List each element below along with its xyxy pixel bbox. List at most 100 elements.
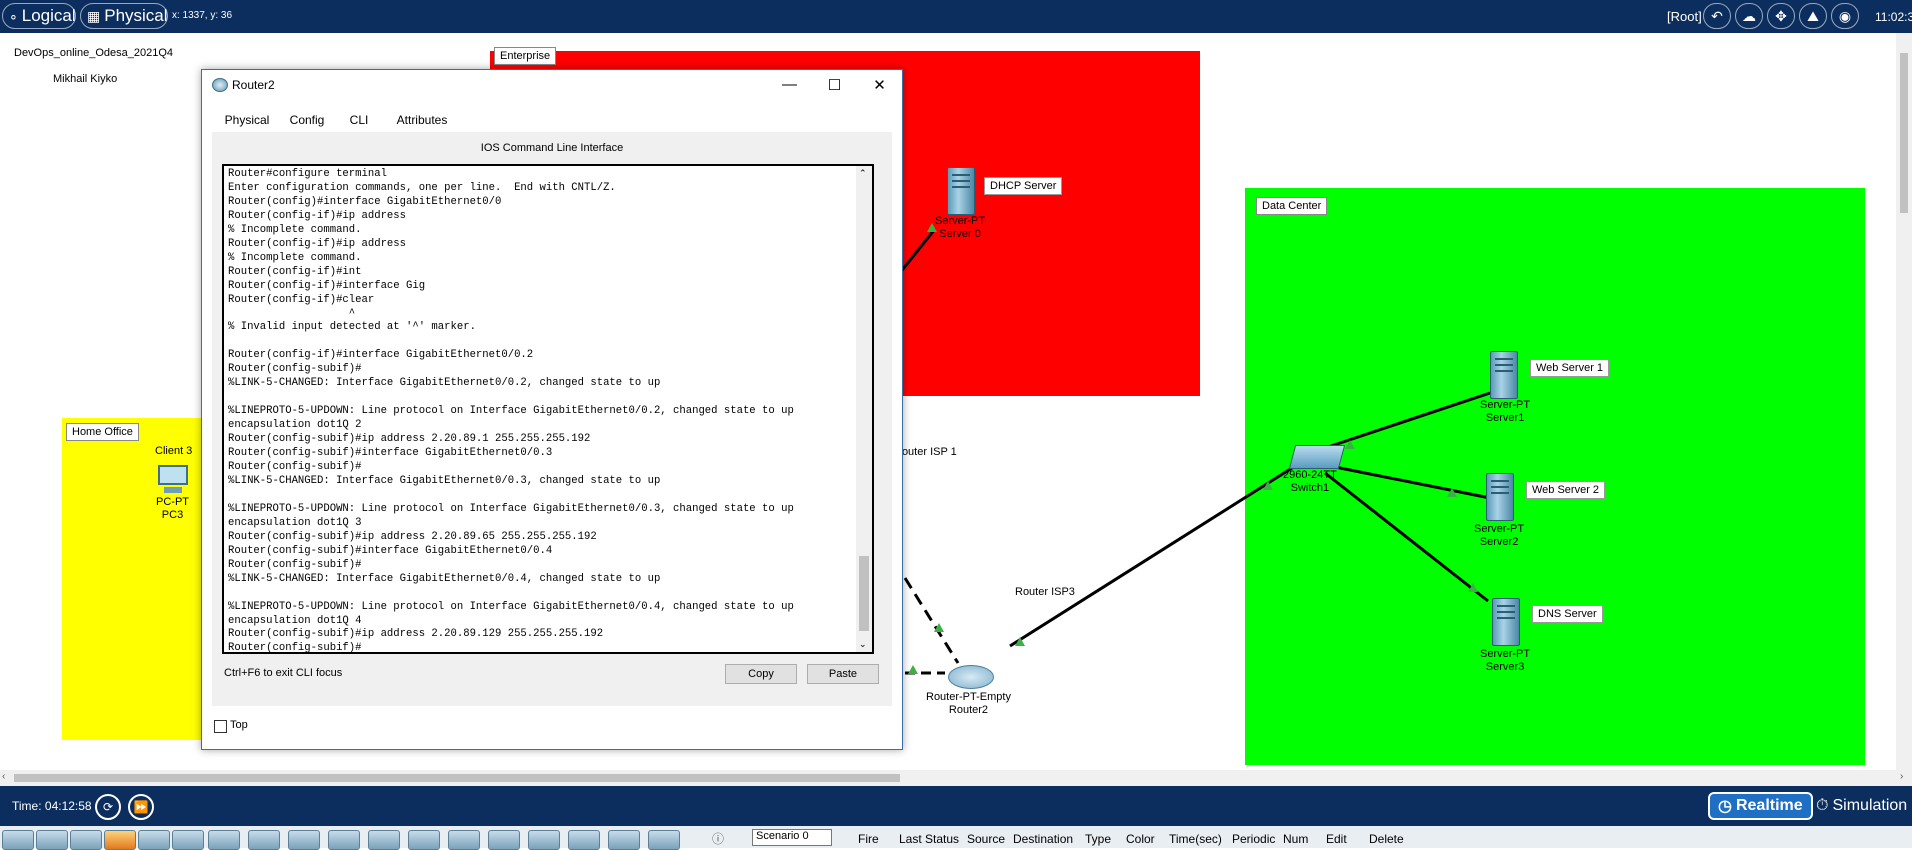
top-toolbar: ∘ Logical ▦ Physical x: 1337, y: 36 [Root]… [0,0,1912,33]
tab-attributes[interactable]: Attributes [392,110,452,132]
note-title: DevOps_online_Odesa_2021Q4 [14,47,174,59]
router-model-icon[interactable] [328,830,360,850]
device-palette: ⓘ Scenario 0 Fire Last Status Source Des… [0,826,1912,850]
router-model-icon[interactable] [208,830,240,850]
link-status-up-icon [1263,481,1273,490]
dialog-titlebar[interactable]: Router2 — ☐ ✕ [202,70,902,99]
switch1-icon[interactable] [1288,445,1346,469]
tab-config[interactable]: Config [287,110,327,132]
router-model-icon[interactable] [448,830,480,850]
scroll-right-icon[interactable]: › [1900,771,1903,782]
web-server2-tag: Web Server 2 [1526,481,1606,499]
router-model-icon[interactable] [488,830,520,850]
web-server1-icon[interactable] [1490,351,1518,399]
physical-icon: ▦ [87,7,101,24]
pdu-col-fire: Fire [858,832,879,846]
console-line: Router(config-subif)# [228,558,362,571]
paste-button[interactable]: Paste [807,664,879,684]
console-output[interactable]: Router#configure terminal Enter configura… [228,168,854,652]
cli-console[interactable]: Router#configure terminal Enter configura… [222,164,874,654]
device-category-icon[interactable] [36,830,68,850]
dns-server-icon[interactable] [1492,598,1520,646]
web-server2-icon[interactable] [1486,473,1514,521]
console-line: encapsulation dot1Q 3 [228,516,362,529]
router-model-icon[interactable] [248,830,280,850]
router-model-icon[interactable] [528,830,560,850]
router-model-icon[interactable] [608,830,640,850]
web-server1-tag: Web Server 1 [1530,359,1610,377]
dialog-title: Router2 [232,78,275,92]
info-icon[interactable]: ⓘ [712,830,724,847]
console-line: Router(config-if)#clear [228,293,375,306]
link-status-up-icon [1447,488,1457,497]
lightning-icon[interactable] [104,830,136,850]
dhcp-server-icon[interactable] [947,167,975,215]
console-line: %LINEPROTO-5-UPDOWN: Line protocol on In… [228,405,794,418]
console-line: Router(config)#interface GigabitEthernet… [228,195,502,208]
link-status-up-icon [1345,440,1355,449]
scroll-up-icon[interactable]: ⌃ [859,168,867,179]
minimize-button[interactable]: — [767,70,812,99]
console-line: encapsulation dot1Q 4 [228,614,362,627]
console-line: %LINK-5-CHANGED: Interface GigabitEthern… [228,474,661,487]
sim-time: Time: 04:12:58 [12,799,92,813]
realtime-button[interactable]: ◷ Realtime [1708,792,1813,820]
router-model-icon[interactable] [408,830,440,850]
scroll-left-icon[interactable]: ‹ [2,771,5,782]
console-line: Router(config-subif)#ip address 2.20.89.… [228,530,597,543]
clock-icon: ◷ [1718,798,1732,815]
console-scrollbar[interactable]: ⌃ ⌄ [856,166,872,652]
cursor-coordinates: x: 1337, y: 36 [172,10,233,21]
router2-dialog: Router2 — ☐ ✕ Physical Config CLI Attrib… [201,69,903,750]
console-line: Router(config-if)#interface Gig [228,279,426,292]
router2-icon[interactable] [948,665,994,689]
pdu-col-last-status: Last Status [899,832,960,846]
tab-physical[interactable]: Physical [222,110,272,132]
simulation-button[interactable]: ⏱ Simulation [1808,792,1912,820]
copy-button[interactable]: Copy [725,664,797,684]
scroll-thumb[interactable] [14,774,900,782]
console-line: % Invalid input detected at '^' marker. [228,321,476,334]
device-category-icon[interactable] [138,830,170,850]
device-category-icon[interactable] [70,830,102,850]
cluster-icon[interactable]: ◉ [1831,3,1859,29]
close-button[interactable]: ✕ [857,70,902,99]
physical-view-button[interactable]: ▦ Physical [80,3,168,29]
device-category-icon[interactable] [2,830,34,850]
move-icon[interactable]: ✥ [1767,3,1795,29]
switch1-label: 2960-24TT Switch1 [1283,469,1337,494]
logical-icon: ∘ [9,7,18,24]
link-status-up-icon [1015,637,1025,646]
router-model-icon[interactable] [568,830,600,850]
router-model-icon[interactable] [648,830,680,850]
scroll-thumb[interactable] [859,556,869,631]
root-label[interactable]: [Root] [1667,9,1702,24]
pdu-col-type: Type [1085,832,1112,846]
workspace-horizontal-scrollbar[interactable]: ‹ › [0,770,1912,786]
console-line: % Incomplete command. [228,223,362,236]
console-line: Router#configure terminal [228,168,387,180]
top-checkbox[interactable] [214,720,227,733]
stopwatch-icon: ⏱ [1816,797,1829,814]
fast-forward-icon[interactable]: ⏩ [128,794,154,820]
device-category-icon[interactable] [172,830,204,850]
scroll-thumb[interactable] [1900,53,1908,213]
cli-focus-hint: Ctrl+F6 to exit CLI focus [224,667,343,679]
power-cycle-icon[interactable]: ⟳ [95,794,121,820]
console-line: encapsulation dot1Q 2 [228,419,362,432]
logical-view-button[interactable]: ∘ Logical [2,3,76,29]
router-model-icon[interactable] [288,830,320,850]
console-line: % Incomplete command. [228,251,362,264]
pc3-icon[interactable] [156,465,190,495]
scenario-select[interactable]: Scenario 0 [752,829,832,846]
cloud-icon[interactable]: ☁ [1735,3,1763,29]
back-icon[interactable]: ↶ [1703,3,1731,29]
router-model-icon[interactable] [368,830,400,850]
dns-server-tag: DNS Server [1532,605,1603,623]
landscape-icon[interactable]: ⛰ [1799,3,1827,29]
pdu-col-time: Time(sec) [1169,832,1222,846]
maximize-button[interactable]: ☐ [812,70,857,99]
workspace-vertical-scrollbar[interactable] [1896,33,1912,770]
scroll-down-icon[interactable]: ⌄ [859,639,867,650]
